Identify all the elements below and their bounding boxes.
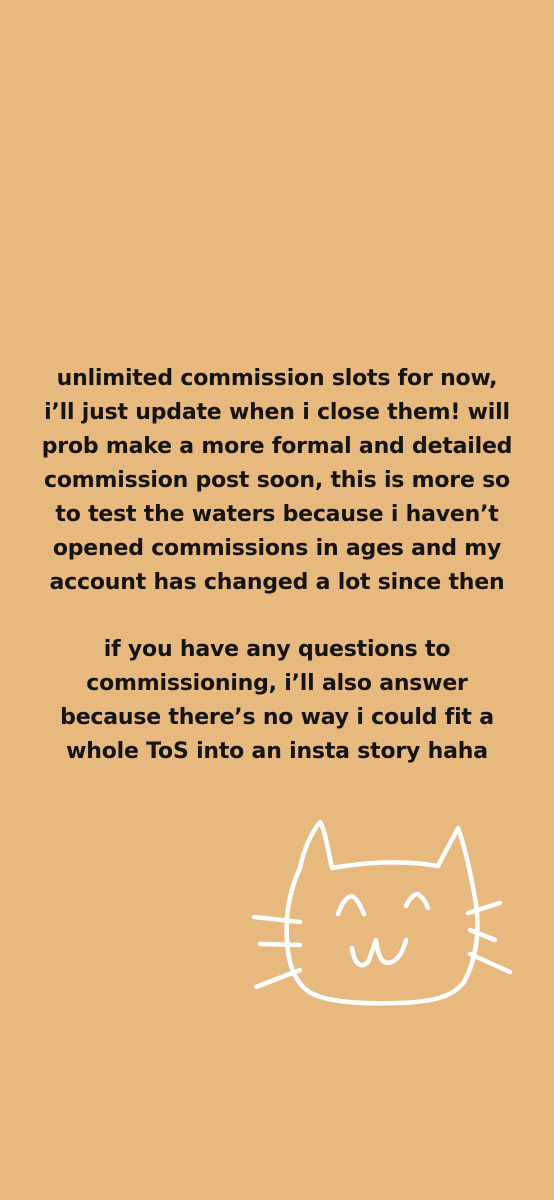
cat-whisker bbox=[251, 914, 303, 925]
cat-right-eye bbox=[403, 891, 431, 911]
story-canvas[interactable]: unlimited commission slots for now, i’ll… bbox=[0, 0, 554, 1200]
cat-whisker bbox=[465, 900, 503, 916]
text-line: if you have any questions to bbox=[103, 637, 451, 662]
story-text-paragraph-2: if you have any questions to commissioni… bbox=[0, 633, 554, 769]
text-line: commissioning, i’ll also answer bbox=[86, 671, 468, 696]
cat-whisker bbox=[253, 967, 303, 990]
text-line: to test the waters because i haven’t bbox=[55, 502, 499, 527]
cat-whisker bbox=[467, 927, 498, 943]
text-line: i’ll just update when i close them! will bbox=[44, 400, 510, 425]
text-line: whole ToS into an insta story haha bbox=[66, 739, 488, 764]
cat-head-outline bbox=[284, 819, 480, 1006]
cat-mouth bbox=[349, 937, 409, 968]
text-line: commission post soon, this is more so bbox=[44, 468, 510, 493]
cat-doodle-icon bbox=[251, 819, 513, 1006]
cat-whisker bbox=[257, 941, 303, 948]
text-line: unlimited commission slots for now, bbox=[56, 366, 498, 391]
text-line: prob make a more formal and detailed bbox=[41, 434, 513, 459]
story-text-paragraph-1: unlimited commission slots for now, i’ll… bbox=[0, 362, 554, 600]
text-line: because there’s no way i could fit a bbox=[60, 705, 494, 730]
cat-left-eye bbox=[335, 893, 367, 917]
text-line: account has changed a lot since then bbox=[49, 570, 505, 595]
text-line: opened commissions in ages and my bbox=[52, 536, 502, 561]
cat-whisker bbox=[467, 951, 513, 975]
